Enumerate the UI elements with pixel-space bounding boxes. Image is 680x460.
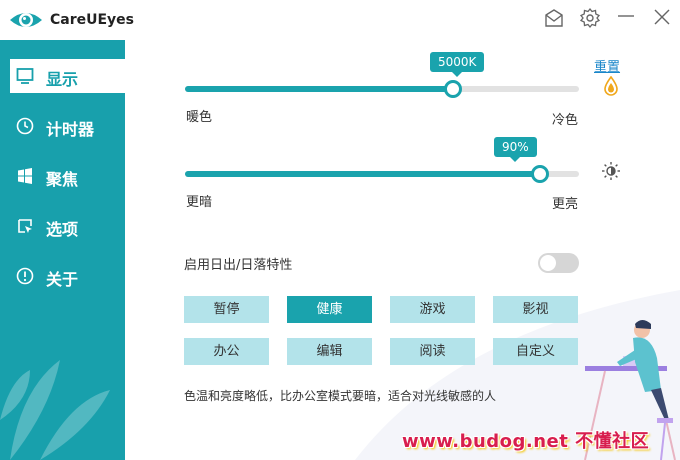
clock-icon bbox=[16, 117, 34, 135]
sidebar-item-options[interactable]: 选项 bbox=[10, 209, 125, 243]
brightness-sun-icon bbox=[602, 162, 620, 180]
sunrise-sunset-toggle[interactable] bbox=[538, 253, 579, 273]
sidebar-item-about[interactable]: 关于 bbox=[10, 259, 125, 293]
sidebar-item-focus[interactable]: 聚焦 bbox=[10, 159, 125, 193]
color-temp-drop-icon bbox=[604, 76, 618, 96]
monitor-icon bbox=[16, 68, 34, 84]
leaf-decoration bbox=[0, 360, 110, 460]
sidebar-item-label: 计时器 bbox=[46, 120, 95, 139]
mail-icon[interactable] bbox=[540, 6, 568, 30]
display-panel: 5000K 暖色 冷色 重置 90% 更暗 更亮 启用日出/日落特性 暂停 健康… bbox=[125, 40, 680, 460]
app-title: CareUEyes bbox=[50, 12, 135, 28]
sidebar bbox=[0, 40, 125, 460]
mode-button-office[interactable]: 办公 bbox=[184, 338, 269, 365]
sunrise-sunset-label: 启用日出/日落特性 bbox=[184, 258, 293, 273]
color-temp-slider-fill bbox=[185, 86, 453, 92]
sidebar-item-label: 显示 bbox=[46, 70, 79, 89]
title-bar: CareUEyes bbox=[0, 0, 680, 40]
mode-button-health[interactable]: 健康 bbox=[287, 296, 372, 323]
mode-button-pause[interactable]: 暂停 bbox=[184, 296, 269, 323]
info-icon bbox=[16, 267, 34, 285]
close-icon[interactable] bbox=[648, 6, 676, 30]
sidebar-item-timer[interactable]: 计时器 bbox=[10, 109, 125, 143]
color-temp-slider-thumb[interactable] bbox=[444, 80, 462, 98]
toggle-knob bbox=[540, 255, 556, 271]
cursor-icon bbox=[18, 219, 32, 233]
mode-button-game[interactable]: 游戏 bbox=[390, 296, 475, 323]
gear-icon[interactable] bbox=[576, 6, 604, 30]
color-temp-slider[interactable] bbox=[185, 86, 579, 92]
mode-button-edit[interactable]: 编辑 bbox=[287, 338, 372, 365]
color-temp-value-bubble: 5000K bbox=[430, 52, 485, 77]
brightness-slider-fill bbox=[185, 171, 540, 177]
sidebar-item-display[interactable]: 显示 bbox=[10, 59, 125, 93]
brightness-slider[interactable] bbox=[185, 171, 579, 177]
minimize-icon[interactable] bbox=[612, 6, 640, 30]
darker-label: 更暗 bbox=[186, 195, 213, 210]
sidebar-item-label: 选项 bbox=[46, 220, 79, 239]
cool-label: 冷色 bbox=[552, 113, 579, 128]
eye-logo-icon bbox=[10, 13, 42, 27]
windows-icon bbox=[18, 168, 32, 184]
brightness-slider-thumb[interactable] bbox=[531, 165, 549, 183]
brighter-label: 更亮 bbox=[552, 197, 579, 212]
warm-label: 暖色 bbox=[186, 110, 213, 125]
mode-button-read[interactable]: 阅读 bbox=[390, 338, 475, 365]
mode-description: 色温和亮度略低，比办公室模式要暗，适合对光线敏感的人 bbox=[184, 389, 497, 403]
watermark-text: www.budog.net 不懂社区 bbox=[402, 431, 650, 452]
brightness-value-bubble: 90% bbox=[494, 137, 537, 162]
sidebar-item-label: 聚焦 bbox=[46, 170, 79, 189]
sidebar-item-label: 关于 bbox=[46, 270, 79, 289]
reset-link[interactable]: 重置 bbox=[594, 56, 620, 75]
